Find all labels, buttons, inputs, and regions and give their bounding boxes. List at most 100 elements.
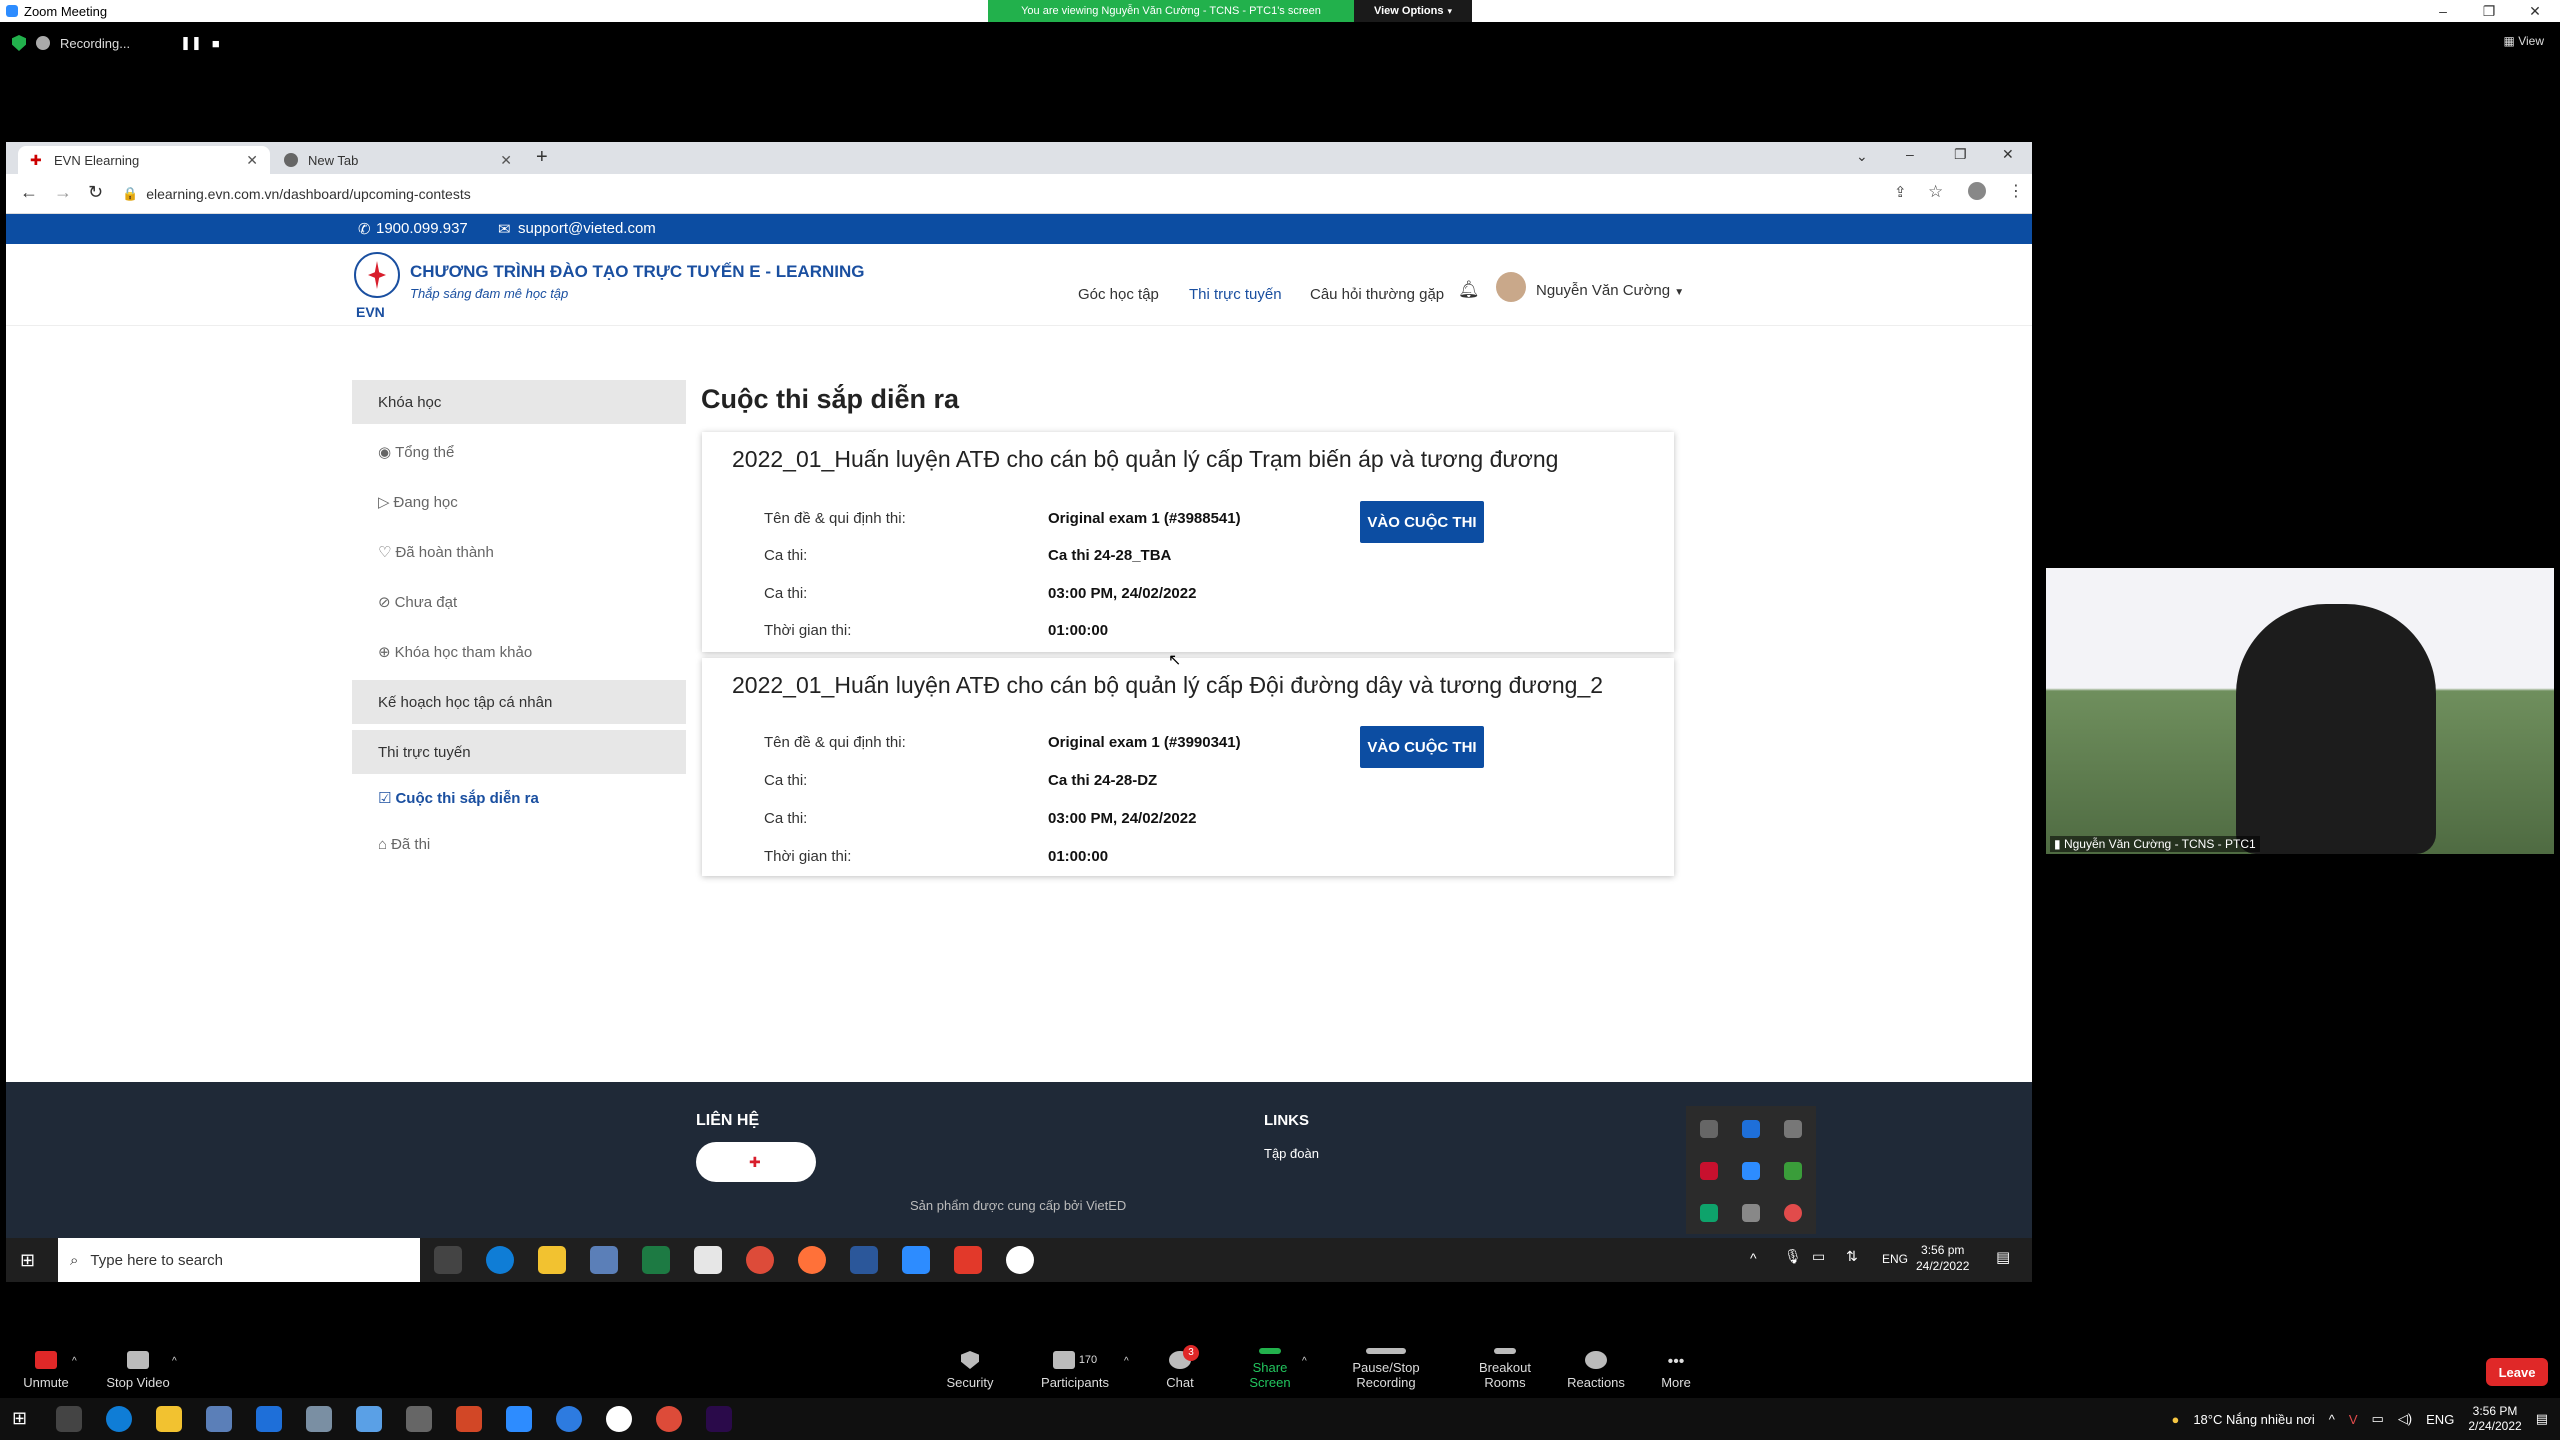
leave-button[interactable]: Leave xyxy=(2486,1358,2548,1386)
task-view-icon[interactable] xyxy=(56,1406,82,1432)
reactions-button[interactable]: Reactions xyxy=(1567,1348,1625,1390)
participants-caret-icon[interactable]: ^ xyxy=(1124,1356,1129,1367)
tray-app-icon[interactable] xyxy=(1700,1120,1718,1138)
pdf-reader-icon[interactable] xyxy=(954,1246,982,1274)
nav-cau-hoi-thuong-gap[interactable]: Câu hỏi thường gặp xyxy=(1310,286,1444,303)
weather-text[interactable]: 18°C Nắng nhiều nơi xyxy=(2193,1412,2314,1427)
view-options-button[interactable]: View Options ▾ xyxy=(1354,0,1472,22)
chat-button[interactable]: 3 Chat xyxy=(1160,1345,1200,1390)
language-indicator[interactable]: ENG xyxy=(2426,1412,2454,1427)
network-icon[interactable]: ▭ xyxy=(1812,1248,1825,1265)
edge-icon[interactable] xyxy=(486,1246,514,1274)
evn-logo-icon[interactable] xyxy=(354,252,400,298)
bell-icon[interactable]: 🔔︎ xyxy=(1458,280,1480,300)
profile-icon[interactable] xyxy=(1968,182,1986,200)
share-options-caret-icon[interactable]: ^ xyxy=(1302,1356,1307,1367)
zoom-app-icon[interactable] xyxy=(902,1246,930,1274)
tab-search-icon[interactable]: ⌄ xyxy=(1856,148,1868,165)
back-icon[interactable]: ← xyxy=(20,182,38,203)
restore-window-icon[interactable]: ❐ xyxy=(2466,0,2512,22)
reload-icon[interactable]: ↻ xyxy=(88,182,103,203)
tray-app-icon[interactable] xyxy=(1784,1120,1802,1138)
tab-new-tab[interactable]: New Tab ✕ xyxy=(272,146,524,174)
tray-expand-icon[interactable]: ^ xyxy=(1750,1250,1757,1266)
sidebar-group-plan[interactable]: Kế hoạch học tập cá nhân xyxy=(352,680,686,724)
firefox-icon[interactable] xyxy=(798,1246,826,1274)
mail-icon[interactable] xyxy=(694,1246,722,1274)
view-menu-button[interactable]: ▦ View xyxy=(2504,34,2544,48)
pause-recording-icon[interactable]: ❚❚ xyxy=(180,35,202,51)
file-explorer-icon[interactable] xyxy=(538,1246,566,1274)
footer-logo-pill[interactable]: ✚ xyxy=(696,1142,816,1182)
sidebar-group-exam[interactable]: Thi trực tuyến xyxy=(352,730,686,774)
premiere-icon[interactable] xyxy=(706,1406,732,1432)
vivaldi-icon[interactable] xyxy=(1700,1162,1718,1180)
nav-thi-truc-tuyen[interactable]: Thi trực tuyến xyxy=(1189,286,1282,303)
bookmark-star-icon[interactable]: ☆ xyxy=(1928,182,1943,202)
tray-app-icon[interactable] xyxy=(1784,1162,1802,1180)
new-tab-icon[interactable]: + xyxy=(536,146,548,169)
enter-contest-button[interactable]: VÀO CUỘC THI xyxy=(1360,501,1484,543)
store-icon[interactable] xyxy=(590,1246,618,1274)
store-icon[interactable] xyxy=(206,1406,232,1432)
tray-app-icon[interactable] xyxy=(1784,1204,1802,1222)
taskbar-search-input[interactable]: ⌕ Type here to search xyxy=(58,1238,420,1282)
app-icon[interactable] xyxy=(406,1406,432,1432)
browser-restore-icon[interactable]: ❐ xyxy=(1954,146,1967,163)
network-icon[interactable]: ▭ xyxy=(2372,1411,2384,1427)
speaker-icon[interactable]: ◁) xyxy=(2398,1411,2412,1427)
share-screen-button[interactable]: Share Screen xyxy=(1232,1348,1308,1390)
support-email[interactable]: support@vieted.com xyxy=(518,220,656,237)
participant-video-tile[interactable]: ▮ Nguyễn Văn Cường - TCNS - PTC1 xyxy=(2046,568,2554,854)
avatar[interactable] xyxy=(1496,272,1526,302)
close-tab-icon[interactable]: ✕ xyxy=(500,152,512,169)
sidebar-item-upcoming-contests[interactable]: ☑ Cuộc thi sắp diễn ra xyxy=(352,780,686,816)
close-tab-icon[interactable]: ✕ xyxy=(246,152,258,169)
sidebar-item-da-hoan-thanh[interactable]: ♡ Đã hoàn thành xyxy=(352,530,686,574)
clock[interactable]: 3:56 pm 24/2/2022 xyxy=(1916,1242,1969,1274)
app-icon[interactable] xyxy=(306,1406,332,1432)
url-field[interactable]: 🔒 elearning.evn.com.vn/dashboard/upcomin… xyxy=(122,179,1902,209)
zoom-app-icon[interactable] xyxy=(506,1406,532,1432)
close-window-icon[interactable]: ✕ xyxy=(2512,0,2558,22)
footer-link-tap-doan[interactable]: Tập đoàn xyxy=(1264,1146,1319,1161)
breakout-rooms-button[interactable]: Breakout Rooms xyxy=(1460,1348,1550,1390)
sidebar-item-chua-dat[interactable]: ⊘ Chưa đạt xyxy=(352,580,686,624)
share-icon[interactable]: ⇪ xyxy=(1894,183,1907,201)
browser-menu-icon[interactable]: ⋮ xyxy=(2008,181,2024,201)
language-indicator[interactable]: ENG xyxy=(1882,1252,1908,1266)
audio-options-caret-icon[interactable]: ^ xyxy=(72,1356,77,1367)
forward-icon[interactable]: → xyxy=(54,182,72,203)
nav-goc-hoc-tap[interactable]: Góc học tập xyxy=(1078,286,1159,303)
notifications-icon[interactable]: ▤ xyxy=(2536,1411,2548,1427)
unmute-button[interactable]: Unmute xyxy=(18,1348,74,1390)
sidebar-item-dang-hoc[interactable]: ▷ Đang học xyxy=(352,480,686,524)
zalo-icon[interactable] xyxy=(606,1406,632,1432)
enter-contest-button[interactable]: VÀO CUỘC THI xyxy=(1360,726,1484,768)
file-explorer-icon[interactable] xyxy=(156,1406,182,1432)
powerpoint-icon[interactable] xyxy=(456,1406,482,1432)
video-options-caret-icon[interactable]: ^ xyxy=(172,1356,177,1367)
excel-icon[interactable] xyxy=(642,1246,670,1274)
clock[interactable]: 3:56 PM 2/24/2022 xyxy=(2468,1404,2521,1434)
windows-start-icon[interactable]: ⊞ xyxy=(12,1408,27,1429)
stop-recording-icon[interactable]: ■ xyxy=(212,36,220,51)
kaspersky-icon[interactable] xyxy=(1700,1204,1718,1222)
app-icon[interactable] xyxy=(556,1406,582,1432)
sidebar-item-da-thi[interactable]: ⌂ Đã thi xyxy=(352,822,686,866)
browser-minimize-icon[interactable]: – xyxy=(1906,146,1914,162)
edge-icon[interactable] xyxy=(106,1406,132,1432)
word-icon[interactable] xyxy=(850,1246,878,1274)
site-title[interactable]: CHƯƠNG TRÌNH ĐÀO TẠO TRỰC TUYẾN E - LEAR… xyxy=(410,262,864,282)
windows-start-icon[interactable]: ⊞ xyxy=(20,1250,35,1271)
stop-video-button[interactable]: Stop Video xyxy=(104,1348,172,1390)
participants-button[interactable]: 170 Participants xyxy=(1040,1348,1110,1390)
sidebar-item-khoa-hoc-tham-khao[interactable]: ⊕ Khóa học tham khảo xyxy=(352,630,686,674)
bluetooth-icon[interactable] xyxy=(1742,1120,1760,1138)
sidebar-group-courses[interactable]: Khóa học xyxy=(352,380,686,424)
chrome-icon[interactable] xyxy=(746,1246,774,1274)
zalo-icon[interactable] xyxy=(1006,1246,1034,1274)
task-view-icon[interactable] xyxy=(434,1246,462,1274)
phone-number[interactable]: 1900.099.937 xyxy=(376,220,468,237)
speaker-icon[interactable] xyxy=(1742,1204,1760,1222)
